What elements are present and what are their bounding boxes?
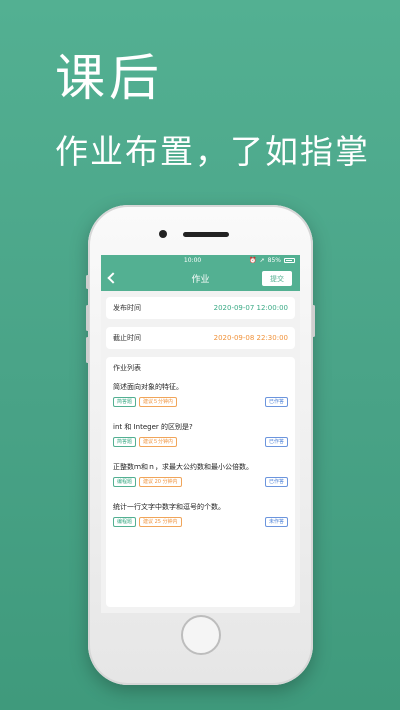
suggested-time-badge: 建议 25 分钟内 [139, 517, 182, 527]
location-icon: ➚ [259, 257, 265, 264]
status-right: ⏰ ➚ 85% [249, 257, 295, 264]
publish-time-label: 发布时间 [113, 304, 141, 312]
promo-headline: 课后 [55, 49, 163, 107]
phone-frame: 10:00 ⏰ ➚ 85% 作业 提交 发布时间 2020-09-07 12:0… [86, 205, 315, 685]
homework-list-card: 作业列表 简述面向对象的特征。 简答题 建议５分钟内 已作答 int 和 Int… [106, 357, 295, 607]
list-item[interactable]: int 和 Integer 的区别是? 简答题 建议５分钟内 已作答 [113, 422, 288, 462]
status-bar: 10:00 ⏰ ➚ 85% [101, 255, 300, 266]
question-type-badge: 简答题 [113, 397, 137, 407]
deadline-card: 截止时间 2020-09-08 22:30:00 [106, 327, 295, 349]
mute-switch [86, 275, 89, 289]
publish-time-row: 发布时间 2020-09-07 12:00:00 [106, 297, 295, 319]
deadline-label: 截止时间 [113, 334, 141, 342]
power-button [312, 305, 315, 337]
chevron-left-icon[interactable] [107, 272, 119, 284]
suggested-time-badge: 建议 20 分钟内 [139, 477, 182, 487]
alarm-icon: ⏰ [249, 257, 257, 264]
publish-time-card: 发布时间 2020-09-07 12:00:00 [106, 297, 295, 319]
status-badge: 已作答 [264, 477, 288, 487]
app-screen: 10:00 ⏰ ➚ 85% 作业 提交 发布时间 2020-09-07 12:0… [101, 255, 300, 613]
page-title: 作业 [191, 275, 210, 285]
deadline-row: 截止时间 2020-09-08 22:30:00 [106, 327, 295, 349]
status-time: 10:00 [183, 257, 202, 264]
volume-up-button [86, 305, 89, 331]
question-type-badge: 编程题 [113, 477, 137, 487]
list-item[interactable]: 正整数ｍ和ｎ，求最大公约数和最小公倍数。 编程题 建议 20 分钟内 已作答 [113, 462, 288, 502]
status-badge: 未作答 [264, 517, 288, 527]
question-type-badge: 编程题 [113, 517, 137, 527]
item-tags: 简答题 建议５分钟内 已作答 [113, 437, 288, 447]
front-camera [159, 230, 167, 238]
item-tags: 简答题 建议５分钟内 已作答 [113, 397, 288, 407]
battery-percent: 85% [267, 257, 281, 264]
earpiece-speaker [183, 232, 229, 237]
publish-time-value: 2020-09-07 12:00:00 [213, 304, 288, 312]
nav-bar: 作业 提交 [101, 266, 300, 291]
question-text: int 和 Integer 的区别是? [113, 423, 193, 431]
question-text: 简述面向对象的特征。 [113, 383, 183, 391]
item-tags: 编程题 建议 20 分钟内 已作答 [113, 477, 288, 487]
status-badge: 已作答 [264, 397, 288, 407]
list-item[interactable]: 统计一行文字中数字和逗号的个数。 编程题 建议 25 分钟内 未作答 [113, 502, 288, 542]
volume-down-button [86, 337, 89, 363]
homework-list-title: 作业列表 [113, 364, 141, 372]
promo-subline: 作业布置，了如指掌 [55, 132, 370, 171]
question-text: 正整数ｍ和ｎ，求最大公约数和最小公倍数。 [113, 463, 253, 471]
submit-button[interactable]: 提交 [262, 271, 292, 286]
question-text: 统计一行文字中数字和逗号的个数。 [113, 503, 225, 511]
battery-icon [284, 258, 295, 263]
suggested-time-badge: 建议５分钟内 [139, 397, 178, 407]
deadline-value: 2020-09-08 22:30:00 [213, 334, 288, 342]
list-item[interactable]: 简述面向对象的特征。 简答题 建议５分钟内 已作答 [113, 382, 288, 422]
status-badge: 已作答 [264, 437, 288, 447]
item-tags: 编程题 建议 25 分钟内 未作答 [113, 517, 288, 527]
home-button [181, 615, 221, 655]
question-type-badge: 简答题 [113, 437, 137, 447]
suggested-time-badge: 建议５分钟内 [139, 437, 178, 447]
